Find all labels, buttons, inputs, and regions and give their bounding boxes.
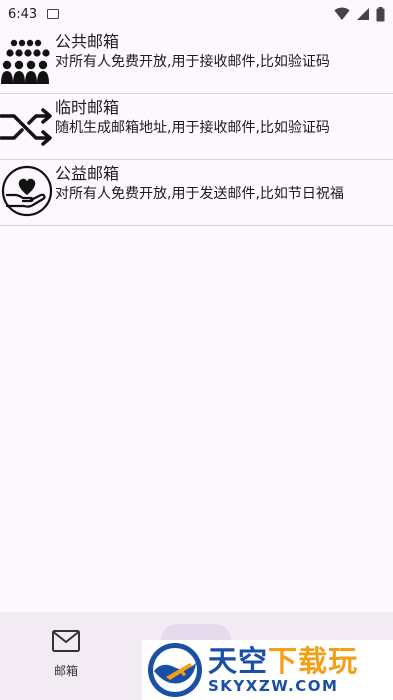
nav-item-mailbox[interactable]: 邮箱 [36,630,96,679]
shuffle-icon [0,108,52,146]
gallery-notification-icon [47,9,60,19]
mailbox-item-charity[interactable]: 公益邮箱 对所有人免费开放,用于发送邮件,比如节日祝福 [0,160,393,226]
watermark-char: 玩 [328,644,359,678]
watermark-chinese: 天空下载玩 [208,645,358,677]
mailbox-texts: 公益邮箱 对所有人免费开放,用于发送邮件,比如节日祝福 [54,164,344,204]
watermark-char: 天 [208,644,239,678]
watermark-char: 空 [238,644,269,678]
heart-hand-icon [1,165,53,217]
mail-icon [52,630,80,652]
nav-item-label: 邮箱 [53,664,78,678]
status-time: 6:43 [8,6,38,22]
mailbox-list: 公共邮箱 对所有人免费开放,用于接收邮件,比如验证码 临时邮箱 随机生成邮箱地址… [0,28,393,226]
watermark-char: 下 [268,644,299,678]
mailbox-description: 对所有人免费开放,用于发送邮件,比如节日祝福 [55,186,344,202]
people-group-icon [1,39,50,84]
watermark-char: 载 [298,644,329,678]
wifi-icon [334,7,350,20]
status-right-icons [334,6,385,22]
watermark-domain: SKYXZW.COM [208,677,339,695]
site-logo-icon [148,643,202,697]
status-bar: 6:43 [0,0,393,28]
site-watermark: 天空下载玩 SKYXZW.COM [142,640,393,700]
mailbox-description: 随机生成邮箱地址,用于接收邮件,比如验证码 [55,120,330,136]
mailbox-item-public[interactable]: 公共邮箱 对所有人免费开放,用于接收邮件,比如验证码 [0,28,393,94]
signal-icon [357,8,369,20]
mailbox-item-temporary[interactable]: 临时邮箱 随机生成邮箱地址,用于接收邮件,比如验证码 [0,94,393,160]
battery-icon [376,6,385,21]
mailbox-description: 对所有人免费开放,用于接收邮件,比如验证码 [55,54,330,70]
mailbox-title: 公益邮箱 [55,164,120,183]
mailbox-title: 公共邮箱 [55,32,120,51]
mailbox-title: 临时邮箱 [55,98,120,117]
mailbox-texts: 临时邮箱 随机生成邮箱地址,用于接收邮件,比如验证码 [54,98,330,138]
mailbox-texts: 公共邮箱 对所有人免费开放,用于接收邮件,比如验证码 [54,32,330,72]
watermark-text: 天空下载玩 SKYXZW.COM [208,645,358,695]
